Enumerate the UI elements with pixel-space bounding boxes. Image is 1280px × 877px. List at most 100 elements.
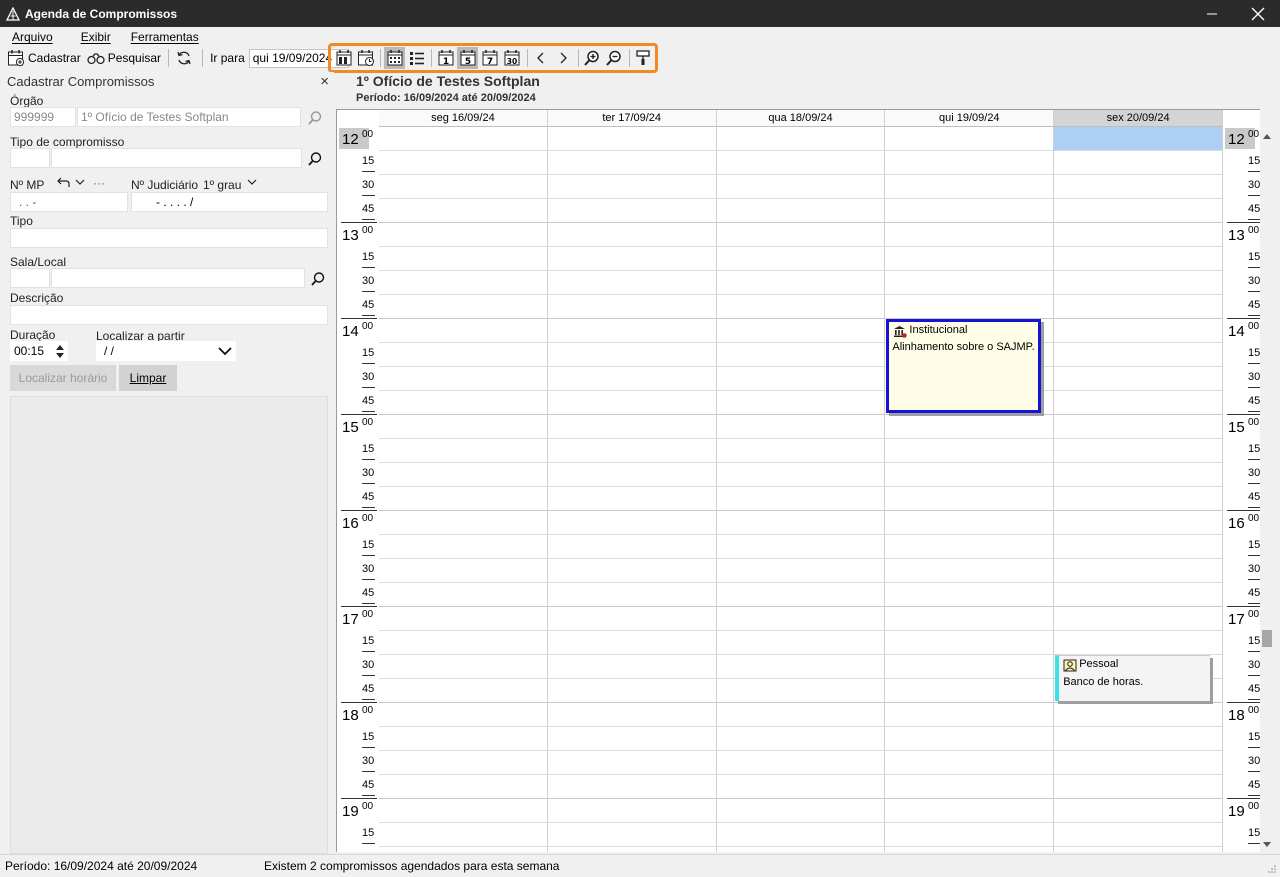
- day-header[interactable]: ter 17/09/24: [547, 110, 717, 127]
- refresh-button[interactable]: [173, 47, 198, 69]
- nr-judiciario-field[interactable]: - . . . . /: [131, 192, 328, 212]
- selected-time-slot[interactable]: [1054, 127, 1223, 151]
- hour-divider: [1227, 510, 1260, 511]
- tipo-compromisso-name-field[interactable]: [51, 148, 302, 168]
- view-workweek-button[interactable]: 5: [457, 47, 479, 69]
- menu-ferramentas[interactable]: Ferramentas: [125, 30, 205, 44]
- localizar-date-select[interactable]: / /: [96, 341, 236, 361]
- previous-button[interactable]: [531, 47, 552, 69]
- search-icon[interactable]: [307, 110, 323, 126]
- minute-divider: [362, 579, 375, 580]
- slot-line: [379, 774, 1223, 775]
- minute-label: 45: [362, 395, 375, 407]
- chevron-down-icon: [218, 347, 232, 356]
- chevron-down-icon[interactable]: [247, 178, 257, 186]
- scroll-up-icon[interactable]: [1263, 134, 1271, 139]
- view-month-button[interactable]: 30: [502, 47, 523, 69]
- hour-divider: [1227, 318, 1260, 319]
- time-gutter: 12 00 15 30 45 13 00 15 30 45 14 00 15 30 45 15 00 15 30 45…: [1223, 127, 1260, 852]
- status-period: Período: 16/09/2024 até 20/09/2024: [5, 859, 198, 873]
- pesquisar-label: Pesquisar: [107, 51, 162, 65]
- scrollbar-thumb[interactable]: [1262, 630, 1272, 647]
- hour-minute-label: 00: [1248, 129, 1260, 140]
- day-header[interactable]: sex 20/09/24: [1054, 110, 1223, 127]
- minute-divider: [362, 795, 375, 796]
- close-panel-icon[interactable]: ×: [320, 73, 329, 90]
- slot-line: [379, 846, 1223, 847]
- menu-arquivo[interactable]: Arquivo: [6, 30, 59, 44]
- nr-mp-field[interactable]: . . -: [10, 192, 128, 212]
- duracao-stepper[interactable]: 00:15: [10, 341, 68, 361]
- duracao-value: 00:15: [14, 344, 45, 358]
- orgao-label: Órgão: [10, 94, 44, 108]
- calendar-scrollbar[interactable]: [1260, 126, 1275, 852]
- duracao-label: Duração: [10, 328, 56, 342]
- close-window-button[interactable]: [1235, 0, 1280, 27]
- hour-divider: [341, 606, 377, 607]
- appointment-institucional[interactable]: Institucional Alinhamento sobre o SAJMP.: [886, 319, 1042, 413]
- undo-icon[interactable]: [57, 176, 71, 188]
- tipo-compromisso-code-field[interactable]: [10, 148, 50, 168]
- day-header[interactable]: qui 19/09/24: [885, 110, 1055, 127]
- resize-grip-icon[interactable]: [1267, 864, 1277, 874]
- descricao-field[interactable]: [10, 305, 328, 325]
- minute-divider: [1248, 651, 1260, 652]
- orgao-code-field[interactable]: 999999: [10, 107, 76, 127]
- svg-text:5: 5: [465, 57, 471, 67]
- view-clock-button[interactable]: [355, 47, 376, 69]
- minute-label: 30: [1248, 563, 1260, 575]
- hour-label: 14: [342, 323, 359, 340]
- search-icon[interactable]: [310, 271, 326, 287]
- minute-divider: [1248, 795, 1260, 796]
- minute-label: 15: [362, 731, 375, 743]
- more-icon[interactable]: ···: [93, 176, 105, 190]
- minute-label: 30: [362, 563, 375, 575]
- scroll-down-icon[interactable]: [1263, 842, 1271, 847]
- header-spacer: [1223, 110, 1260, 127]
- view-list-button[interactable]: [406, 47, 427, 69]
- hour-label: 16: [342, 515, 359, 532]
- limpar-button[interactable]: Limpar: [119, 365, 177, 391]
- next-button[interactable]: [553, 47, 574, 69]
- calendar-grid[interactable]: seg 16/09/24 ter 17/09/24 qua 18/09/24 qui …: [336, 109, 1260, 852]
- minute-label: 30: [1248, 851, 1260, 852]
- localizar-horario-button[interactable]: Localizar horário: [10, 365, 116, 391]
- slot-line: [379, 534, 1223, 535]
- view-week-button[interactable]: 7: [479, 47, 500, 69]
- grau-select[interactable]: 1º grau: [203, 178, 241, 192]
- paint-format-button[interactable]: [633, 47, 654, 69]
- minute-label: 45: [1248, 683, 1260, 695]
- slot-line: [379, 582, 1223, 583]
- search-icon[interactable]: [307, 151, 323, 167]
- minute-divider: [362, 483, 375, 484]
- sala-code-field[interactable]: [10, 268, 50, 288]
- limpar-label: Limpar: [129, 371, 167, 385]
- tipo-field[interactable]: [10, 228, 328, 248]
- view-org-button[interactable]: [333, 47, 354, 69]
- orgao-name-field[interactable]: 1º Ofício de Testes Softplan: [77, 107, 301, 127]
- svg-text:7: 7: [487, 57, 493, 67]
- cadastrar-button[interactable]: Cadastrar: [4, 47, 84, 69]
- slot-line: [379, 798, 1223, 799]
- minute-label: 15: [362, 155, 375, 167]
- view-calendar-button[interactable]: [384, 47, 406, 69]
- zoom-out-button[interactable]: [604, 47, 625, 69]
- slot-line: [379, 702, 1223, 703]
- slot-line: [379, 630, 1223, 631]
- menu-exibir[interactable]: Exibir: [75, 30, 117, 44]
- minimize-button[interactable]: [1189, 0, 1235, 27]
- building-icon: [893, 325, 908, 338]
- pesquisar-button[interactable]: Pesquisar: [84, 47, 164, 69]
- minute-divider: [1248, 603, 1260, 604]
- chevron-down-icon[interactable]: [75, 178, 85, 186]
- day-header[interactable]: qua 18/09/24: [716, 110, 886, 127]
- sala-name-field[interactable]: [51, 268, 305, 288]
- appointment-pessoal[interactable]: Pessoal Banco de horas.: [1055, 655, 1210, 701]
- hour-minute-label: 00: [362, 801, 374, 812]
- stepper-arrows-icon[interactable]: [56, 344, 64, 359]
- zoom-in-button[interactable]: [582, 47, 603, 69]
- view-day-button[interactable]: 1: [435, 47, 456, 69]
- localizar-horario-label: Localizar horário: [18, 371, 108, 385]
- minute-label: 15: [362, 443, 375, 455]
- day-header[interactable]: seg 16/09/24: [379, 110, 548, 127]
